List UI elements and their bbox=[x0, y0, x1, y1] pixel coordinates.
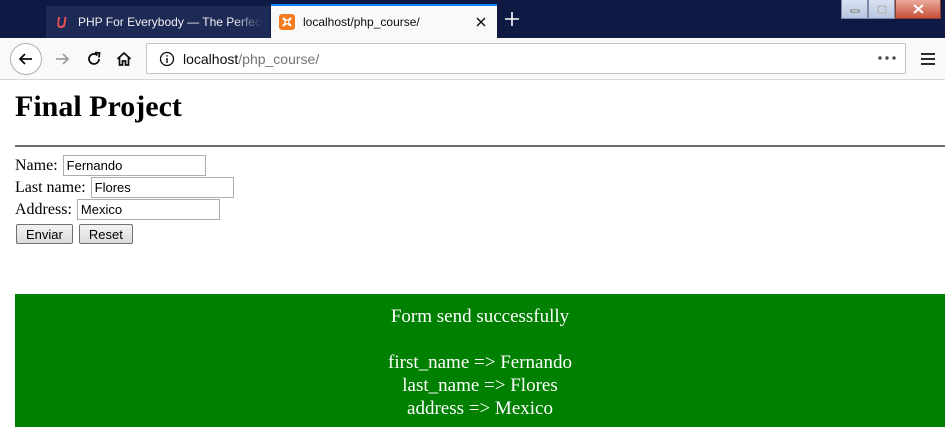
home-button[interactable] bbox=[108, 43, 140, 75]
forward-button[interactable] bbox=[46, 43, 78, 75]
page-actions-icon[interactable] bbox=[875, 48, 899, 68]
tab-title: PHP For Everybody — The Perfect bbox=[78, 15, 262, 29]
address-label: Address: bbox=[15, 200, 72, 218]
back-arrow-icon bbox=[18, 53, 32, 65]
name-field[interactable] bbox=[62, 155, 206, 176]
address-row: Address: bbox=[15, 199, 220, 220]
address-field[interactable] bbox=[76, 199, 220, 220]
name-row: Name: bbox=[15, 155, 206, 176]
reload-button[interactable] bbox=[78, 43, 110, 75]
page-content: Final Project Name: Last name: Address: … bbox=[0, 81, 945, 427]
menu-icon[interactable] bbox=[920, 51, 936, 67]
address-bar[interactable]: localhost/php_course/ bbox=[146, 43, 906, 74]
minimize-button[interactable] bbox=[841, 0, 868, 19]
last-name-field[interactable] bbox=[90, 177, 234, 198]
close-window-icon bbox=[912, 4, 924, 14]
xampp-icon bbox=[279, 14, 295, 30]
url-path: /php_course/ bbox=[238, 50, 320, 67]
back-button[interactable] bbox=[10, 43, 42, 75]
udemy-icon bbox=[54, 14, 70, 30]
success-message: Form send successfully bbox=[390, 306, 570, 327]
tab-php-for-everybody[interactable]: PHP For Everybody — The Perfect bbox=[46, 6, 270, 38]
submit-button[interactable]: Enviar bbox=[16, 224, 73, 244]
result-line: first_name => Fernando bbox=[388, 352, 572, 373]
close-tab-icon[interactable] bbox=[473, 14, 489, 30]
close-window-button[interactable] bbox=[895, 0, 941, 19]
divider bbox=[15, 145, 945, 147]
home-icon bbox=[116, 51, 132, 66]
page-title: Final Project bbox=[15, 90, 182, 123]
last-name-row: Last name: bbox=[15, 177, 234, 198]
name-label: Name: bbox=[15, 156, 58, 174]
tab-title: localhost/php_course/ bbox=[303, 15, 420, 29]
window-controls bbox=[841, 0, 941, 19]
tab-strip: PHP For Everybody — The Perfect localhos… bbox=[0, 0, 945, 38]
result-line: last_name => Flores bbox=[402, 375, 558, 396]
navigation-bar: localhost/php_course/ bbox=[0, 38, 945, 80]
url-host: localhost bbox=[183, 50, 239, 67]
success-panel: Form send successfully first_name => Fer… bbox=[15, 294, 945, 427]
form-buttons: Enviar Reset bbox=[16, 224, 133, 244]
maximize-button[interactable] bbox=[868, 0, 895, 19]
info-icon[interactable] bbox=[157, 49, 177, 69]
plus-icon bbox=[505, 12, 519, 26]
result-line: address => Mexico bbox=[407, 398, 553, 419]
minimize-icon bbox=[850, 9, 859, 13]
maximize-icon bbox=[876, 4, 887, 14]
reload-icon bbox=[88, 51, 101, 65]
url-text: localhost/php_course/ bbox=[183, 51, 319, 67]
forward-arrow-icon bbox=[56, 53, 70, 65]
new-tab-button[interactable] bbox=[502, 9, 522, 29]
last-name-label: Last name: bbox=[15, 178, 86, 196]
tab-localhost[interactable]: localhost/php_course/ bbox=[271, 4, 497, 38]
reset-button[interactable]: Reset bbox=[78, 224, 133, 244]
